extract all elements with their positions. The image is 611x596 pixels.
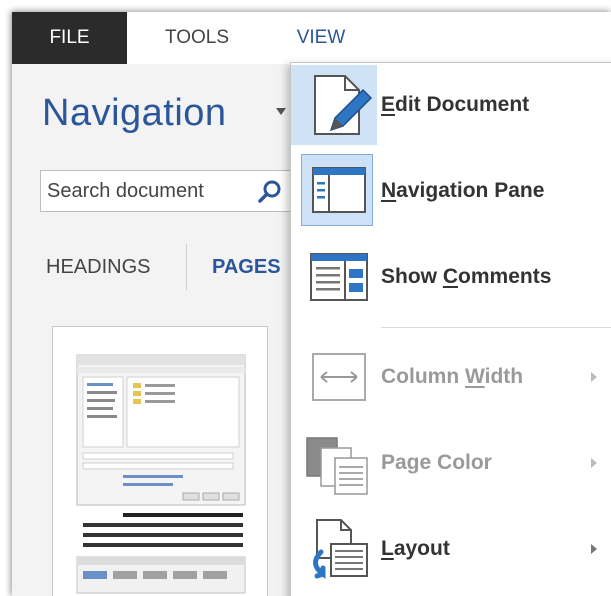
menu-item-show-comments[interactable]: Show Comments bbox=[291, 237, 611, 317]
tab-headings[interactable]: HEADINGS bbox=[46, 256, 150, 279]
page-color-icon bbox=[306, 437, 368, 495]
menu-item-column-width[interactable]: Column Width bbox=[291, 337, 611, 417]
page-thumbnail-preview bbox=[76, 354, 246, 594]
menu-item-page-color[interactable]: Page Color bbox=[291, 423, 611, 503]
menu-item-layout[interactable]: Layout bbox=[291, 509, 611, 589]
menu-item-label: Page Color bbox=[381, 451, 492, 474]
tools-tab[interactable]: TOOLS bbox=[142, 12, 252, 64]
page-thumbnail[interactable] bbox=[52, 326, 268, 596]
view-tab[interactable]: VIEW bbox=[278, 12, 364, 64]
menu-item-label: Edit Document bbox=[381, 93, 530, 116]
word-window: FILE TOOLS VIEW Navigation HEADINGS PAGE… bbox=[12, 12, 611, 596]
column-width-icon bbox=[312, 353, 366, 401]
menu-item-edit-document[interactable]: Edit Document bbox=[291, 65, 611, 145]
search-input[interactable] bbox=[41, 171, 247, 211]
tab-pages[interactable]: PAGES bbox=[212, 256, 281, 279]
submenu-arrow-icon bbox=[591, 458, 597, 468]
search-icon[interactable] bbox=[257, 179, 283, 205]
menu-item-label: Show Comments bbox=[381, 265, 552, 288]
navigation-pane-title: Navigation bbox=[42, 92, 227, 134]
search-box[interactable] bbox=[40, 170, 300, 212]
menu-separator bbox=[381, 327, 611, 328]
menu-item-label: Layout bbox=[381, 537, 450, 560]
submenu-arrow-icon bbox=[591, 544, 597, 554]
layout-icon bbox=[313, 519, 368, 579]
menu-bar: FILE TOOLS VIEW bbox=[12, 12, 611, 64]
navigation-pane-icon bbox=[312, 167, 366, 213]
file-tab[interactable]: FILE bbox=[12, 12, 127, 64]
menu-item-navigation-pane[interactable]: Navigation Pane bbox=[291, 151, 611, 231]
submenu-arrow-icon bbox=[591, 372, 597, 382]
edit-document-icon bbox=[314, 75, 373, 135]
menu-item-label: Navigation Pane bbox=[381, 179, 545, 202]
show-comments-icon bbox=[310, 253, 368, 301]
pane-options-caret-icon[interactable] bbox=[276, 108, 286, 115]
tab-divider bbox=[186, 244, 187, 290]
view-menu: Edit Document Navigation Pane Show Comme… bbox=[290, 62, 611, 596]
menu-item-label: Column Width bbox=[381, 365, 524, 388]
